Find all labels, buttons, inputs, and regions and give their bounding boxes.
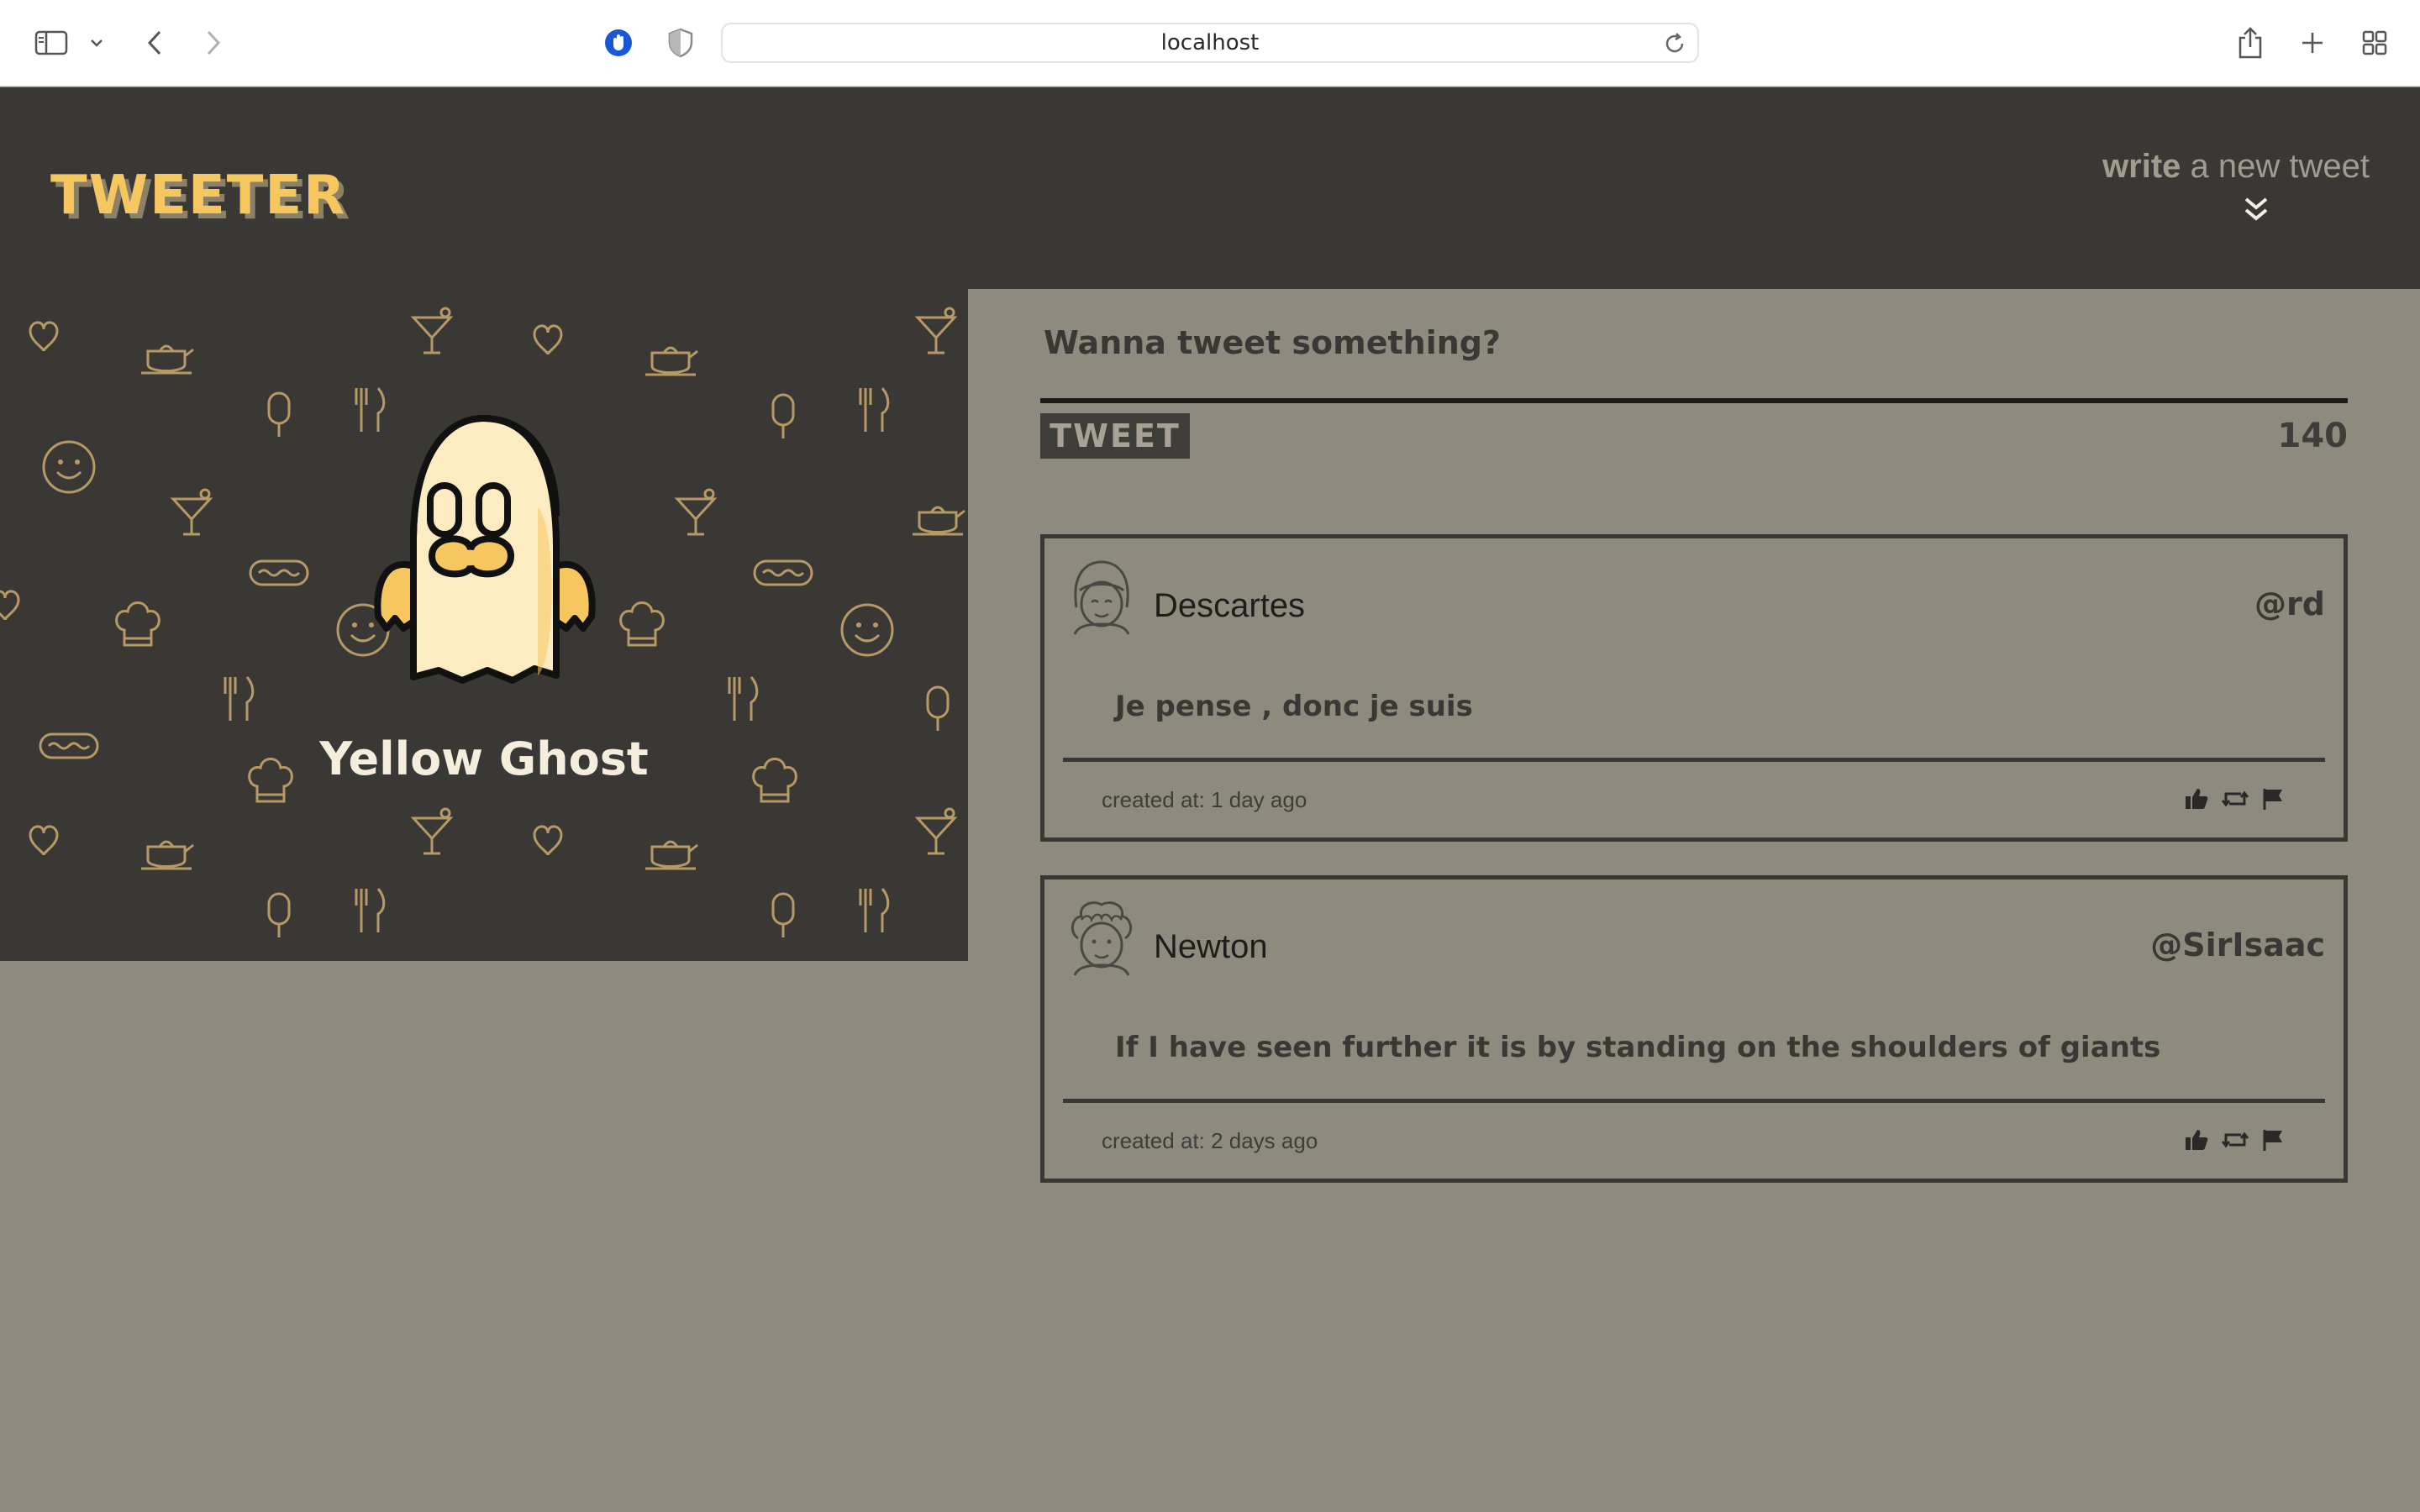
- tweet-timestamp: created at: 2 days ago: [1102, 1128, 1318, 1153]
- sidebar-toggle-icon[interactable]: [32, 22, 71, 64]
- profile-panel: Yellow Ghost: [0, 289, 968, 961]
- retweet-icon[interactable]: [2221, 787, 2249, 815]
- forward-icon[interactable]: [197, 22, 230, 64]
- tab-overview-icon[interactable]: [2358, 22, 2391, 64]
- chevron-down-icon[interactable]: [86, 22, 108, 64]
- tweet-timestamp: created at: 1 day ago: [1102, 787, 1307, 812]
- user-avatar: [1066, 898, 1137, 981]
- compose-form: Wanna tweet something? TWEET 140: [1040, 316, 2348, 464]
- tweet-author-handle: @rd: [2254, 585, 2325, 622]
- profile-avatar: [370, 407, 597, 730]
- tweet-actions: [2184, 1128, 2285, 1156]
- tweet-text-input[interactable]: [1040, 398, 2348, 403]
- flag-icon[interactable]: [2261, 787, 2285, 815]
- character-counter: 140: [2277, 417, 2349, 455]
- double-chevron-down-icon: [2242, 195, 2270, 228]
- url-text: localhost: [1160, 30, 1260, 55]
- site-header: TWEETER write a new tweet: [0, 87, 2420, 289]
- tweet-text: If I have seen further it is by standing…: [1115, 1031, 2161, 1064]
- tweet-author-handle: @SirIsaac: [2150, 927, 2325, 963]
- reload-icon[interactable]: [1662, 31, 1687, 56]
- tweet-card: Descartes @rd Je pense , donc je suis cr…: [1040, 534, 2348, 842]
- retweet-icon[interactable]: [2221, 1128, 2249, 1156]
- back-icon[interactable]: [138, 22, 171, 64]
- password-manager-icon[interactable]: [600, 22, 637, 64]
- like-icon[interactable]: [2184, 787, 2209, 815]
- flag-icon[interactable]: [2261, 1128, 2285, 1156]
- tweet-submit-button[interactable]: TWEET: [1040, 413, 1190, 459]
- new-tab-icon[interactable]: [2296, 22, 2329, 64]
- compose-prompt: Wanna tweet something?: [1044, 324, 1502, 361]
- tweet-author-name: Newton: [1154, 928, 1268, 965]
- divider: [1063, 758, 2325, 762]
- tweet-card: Newton @SirIsaac If I have seen further …: [1040, 875, 2348, 1183]
- divider: [1063, 1099, 2325, 1103]
- share-icon[interactable]: [2233, 22, 2267, 64]
- tweet-text: Je pense , donc je suis: [1115, 690, 1473, 723]
- compose-toggle-text: a new tweet: [2181, 148, 2370, 185]
- tweet-list: Descartes @rd Je pense , donc je suis cr…: [1040, 534, 2348, 1216]
- address-bar[interactable]: localhost: [721, 23, 1699, 63]
- site-logo[interactable]: TWEETER: [50, 165, 346, 227]
- compose-toggle-bold: write: [2102, 148, 2181, 185]
- tweet-author-name: Descartes: [1154, 587, 1306, 624]
- browser-toolbar: localhost: [0, 0, 2420, 87]
- user-avatar: [1066, 557, 1137, 640]
- tweet-actions: [2184, 787, 2285, 815]
- profile-name: Yellow Ghost: [319, 732, 649, 785]
- write-new-tweet-toggle[interactable]: write a new tweet: [2101, 148, 2370, 221]
- privacy-shield-icon[interactable]: [664, 22, 697, 64]
- like-icon[interactable]: [2184, 1128, 2209, 1156]
